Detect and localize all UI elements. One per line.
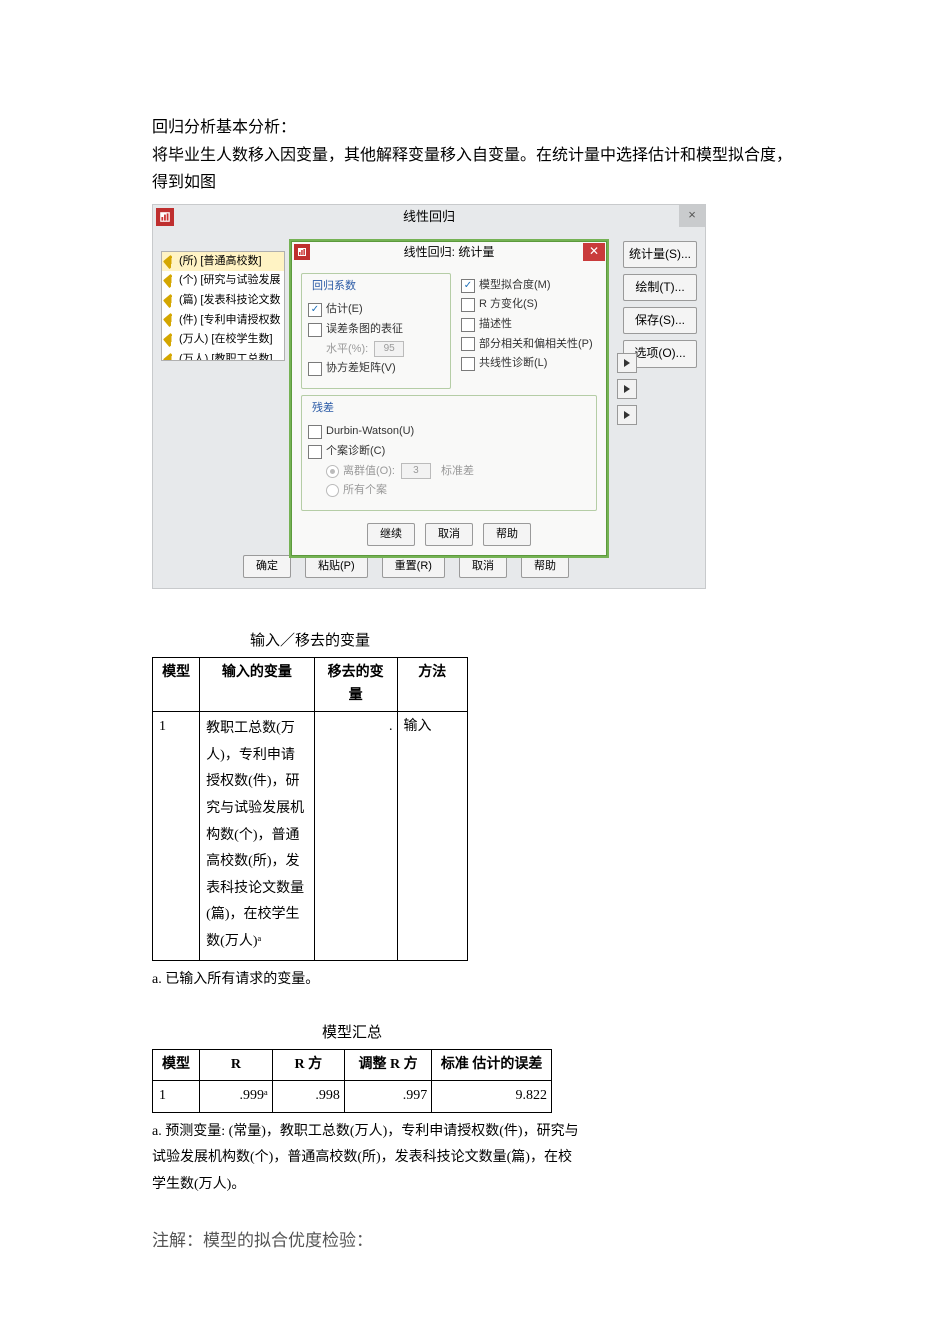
reset-button[interactable]: 重置(R) [382, 555, 445, 579]
source-variable-list[interactable]: (所) [普通高校数] (个) [研究与试验发展 (篇) [发表科技论文数 (件… [161, 251, 285, 361]
table1-footnote: a. 已输入所有请求的变量。 [152, 967, 582, 994]
regression-coef-group: 回归系数 ✓估计(E) 误差条图的表征 水平(%): 95 [301, 273, 451, 389]
group-title-regcoef: 回归系数 [310, 278, 358, 296]
variable-item[interactable]: (件) [专利申请授权数 [162, 311, 284, 331]
table-row: 1 .999ᵃ .998 .997 9.822 [153, 1081, 552, 1112]
app-icon [294, 244, 310, 260]
table2-h4: 调整 R 方 [344, 1050, 431, 1081]
residual-group: 残差 Durbin-Watson(U) 个案诊断(C) 离群值(O): 3 标准… [301, 395, 597, 511]
allcases-radio: 所有个案 [308, 482, 590, 500]
partial-checkbox[interactable]: 部分相关和偏相关性(P) [461, 336, 597, 354]
close-icon[interactable]: × [679, 205, 705, 227]
variable-item[interactable]: (个) [研究与试验发展 [162, 271, 284, 291]
r2-change-checkbox[interactable]: R 方变化(S) [461, 296, 597, 314]
entered-removed-table: 模型 输入的变量 移去的变量 方法 1 教职工总数(万人)，专利申请授权数(件)… [152, 657, 468, 960]
cancel-button[interactable]: 取消 [459, 555, 507, 579]
variable-item[interactable]: (万人) [教职工总数] [162, 350, 284, 361]
table2-h1: 模型 [153, 1050, 200, 1081]
subdialog-title: 线性回归: 统计量 [404, 243, 495, 262]
app-icon [156, 208, 174, 226]
table2-h2: R [199, 1050, 272, 1081]
table2-h5: 标准 估计的误差 [432, 1050, 552, 1081]
pencil-icon [163, 255, 177, 269]
table1-h3: 移去的变量 [314, 658, 397, 712]
durbin-checkbox[interactable]: Durbin-Watson(U) [308, 423, 590, 441]
close-icon[interactable]: ✕ [583, 243, 605, 261]
help-button[interactable]: 帮助 [483, 523, 531, 547]
pencil-icon [163, 274, 177, 288]
level-input-row: 水平(%): 95 [308, 341, 444, 359]
pencil-icon [163, 333, 177, 347]
table2-footnote: a. 预测变量: (常量)，教职工总数(万人)，专利申请授权数(件)，研究与试验… [152, 1119, 582, 1199]
arrow-right-icon[interactable] [617, 379, 637, 399]
help-button[interactable]: 帮助 [521, 555, 569, 579]
arrow-right-icon[interactable] [617, 353, 637, 373]
subdialog-titlebar: 线性回归: 统计量 ✕ [291, 241, 607, 265]
table2-title: 模型汇总 [152, 1021, 552, 1045]
ok-button[interactable]: 确定 [243, 555, 291, 579]
level-input[interactable]: 95 [374, 341, 404, 357]
conf-int-checkbox[interactable]: 误差条图的表征 [308, 321, 444, 339]
pencil-icon [163, 313, 177, 327]
outlier-input[interactable]: 3 [401, 463, 431, 479]
model-fit-checkbox[interactable]: ✓模型拟合度(M) [461, 277, 597, 295]
dialog-title: 线性回归 [403, 207, 455, 228]
table-row: 1 教职工总数(万人)，专利申请授权数(件)，研究与试验发展机构数(个)，普通高… [153, 712, 468, 960]
variable-item[interactable]: (万人) [在校学生数] [162, 330, 284, 350]
pencil-icon [163, 353, 177, 361]
table2-h3: R 方 [272, 1050, 344, 1081]
linear-regression-dialog: 线性回归 × (所) [普通高校数] (个) [研究与试验发展 (篇) [发表科… [152, 204, 706, 590]
save-button[interactable]: 保存(S)... [623, 307, 697, 334]
intro-line-1: 回归分析基本分析： [152, 115, 795, 141]
dialog-titlebar: 线性回归 × [153, 205, 705, 231]
plot-button[interactable]: 绘制(T)... [623, 274, 697, 301]
table1-h2: 输入的变量 [200, 658, 314, 712]
arrow-right-icon[interactable] [617, 405, 637, 425]
casewise-checkbox[interactable]: 个案诊断(C) [308, 443, 590, 461]
variable-item[interactable]: (篇) [发表科技论文数 [162, 291, 284, 311]
paste-button[interactable]: 粘贴(P) [305, 555, 368, 579]
pencil-icon [163, 294, 177, 308]
intro-line-2: 将毕业生人数移入因变量，其他解释变量移入自变量。在统计量中选择估计和模型拟合度， [152, 143, 795, 169]
table1-title: 输入／移去的变量 [152, 629, 468, 653]
variable-item[interactable]: (所) [普通高校数] [162, 252, 284, 272]
table1-h4: 方法 [397, 658, 467, 712]
group-title-residual: 残差 [310, 400, 336, 418]
model-summary-table: 模型 R R 方 调整 R 方 标准 估计的误差 1 .999ᵃ .998 .9… [152, 1049, 552, 1113]
intro-line-3: 得到如图 [152, 170, 795, 196]
statistics-subdialog: 线性回归: 统计量 ✕ 回归系数 ✓估计(E) 误差条图的表 [289, 239, 609, 559]
cov-matrix-checkbox[interactable]: 协方差矩阵(V) [308, 360, 444, 378]
continue-button[interactable]: 继续 [367, 523, 415, 547]
stats-button[interactable]: 统计量(S)... [623, 241, 697, 268]
table1-h1: 模型 [153, 658, 200, 712]
descriptives-checkbox[interactable]: 描述性 [461, 316, 597, 334]
collinearity-checkbox[interactable]: 共线性诊断(L) [461, 355, 597, 373]
cancel-button[interactable]: 取消 [425, 523, 473, 547]
intro-text: 回归分析基本分析： 将毕业生人数移入因变量，其他解释变量移入自变量。在统计量中选… [152, 115, 795, 196]
estimate-checkbox[interactable]: ✓估计(E) [308, 301, 444, 319]
subdialog-button-row: 继续 取消 帮助 [301, 517, 597, 547]
closing-note: 注解：模型的拟合优度检验： [152, 1227, 795, 1254]
outlier-radio: 离群值(O): 3 标准差 [308, 463, 590, 481]
move-arrows [617, 353, 637, 425]
side-button-group: 统计量(S)... 绘制(T)... 保存(S)... 选项(O)... [623, 241, 697, 368]
